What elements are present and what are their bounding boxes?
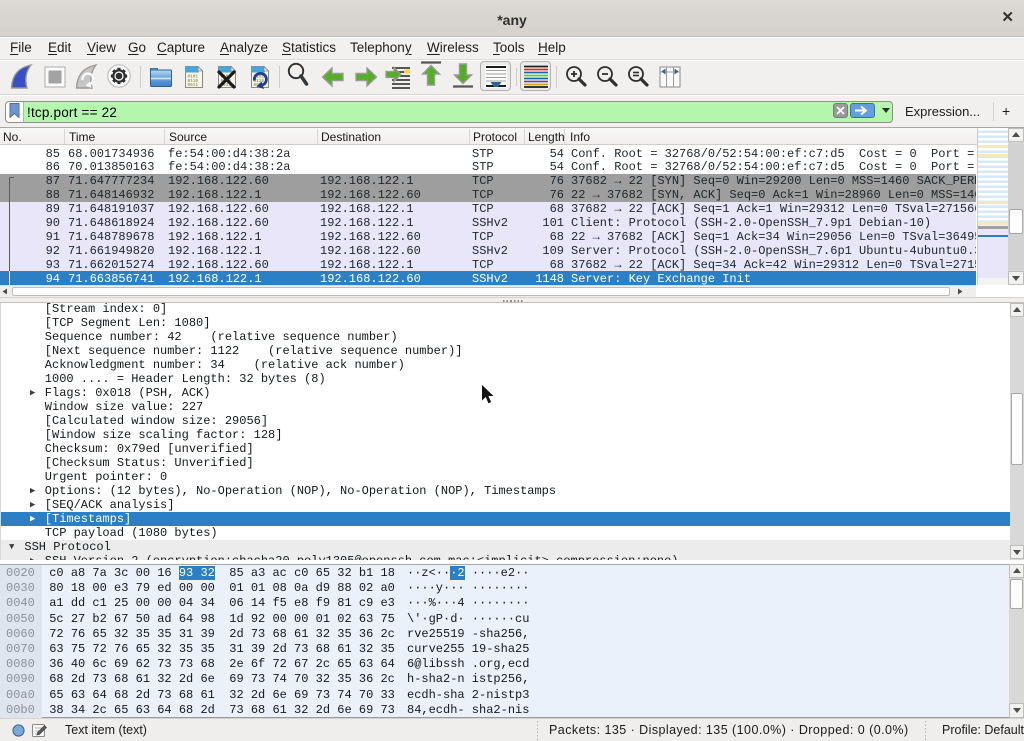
svg-text:0011: 0011 [188, 83, 199, 88]
